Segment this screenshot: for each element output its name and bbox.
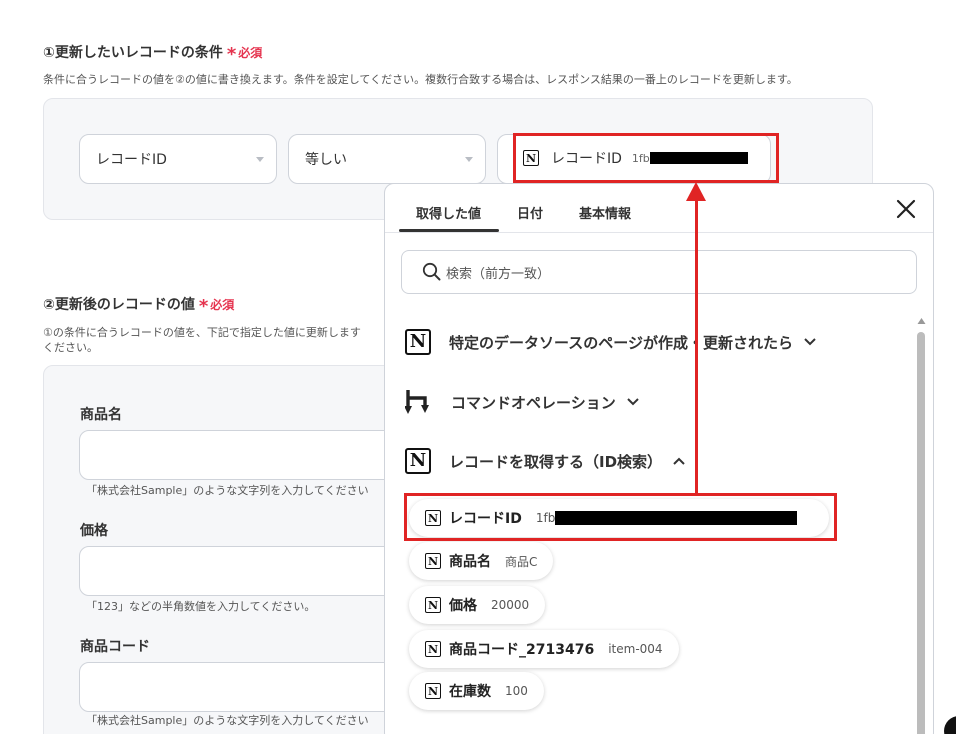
item-name: 商品コード_2713476 xyxy=(449,642,595,658)
field-hint-price: 「123」などの半角数値を入力してください。 xyxy=(86,600,316,613)
notion-icon: N xyxy=(425,683,441,699)
section1-title-text: ①更新したいレコードの条件 xyxy=(43,45,223,61)
chevron-up-icon xyxy=(673,457,685,465)
condition-field-value: レコードID xyxy=(96,152,167,168)
field-hint-product-code: 「株式会社Sample」のような文字列を入力してください xyxy=(86,714,369,727)
chevron-down-icon xyxy=(804,338,816,346)
price-input[interactable] xyxy=(79,546,409,596)
tab-obtained-values[interactable]: 取得した値 xyxy=(416,203,481,222)
required-text: 必須 xyxy=(210,298,235,312)
item-value: 20000 xyxy=(491,598,530,612)
close-icon[interactable] xyxy=(895,198,917,220)
value-picker-popup: 取得した値 日付 基本情報 検索（前方一致） N 特定のデータソースのページが作… xyxy=(384,183,934,734)
section2-title-text: ②更新後のレコードの値 xyxy=(43,297,195,313)
chevron-down-icon xyxy=(256,157,264,162)
value-item-product-code[interactable]: N 商品コード_2713476 item-004 xyxy=(409,630,679,668)
annotation-arrow-line xyxy=(695,198,698,494)
field-label-price: 価格 xyxy=(80,523,108,539)
group-trigger-datasource[interactable]: N 特定のデータソースのページが作成・更新されたら xyxy=(405,329,817,355)
search-placeholder: 検索（前方一致） xyxy=(446,266,551,282)
search-input[interactable]: 検索（前方一致） xyxy=(401,250,917,294)
scroll-up-arrow-icon[interactable] xyxy=(917,317,926,325)
section1-hint: 条件に合うレコードの値を②の値に書き換えます。条件を設定してください。複数行合致… xyxy=(43,73,798,86)
item-name: 商品名 xyxy=(449,554,491,570)
section1-title: ①更新したいレコードの条件 * 必須 xyxy=(43,42,262,65)
scrollbar-thumb[interactable] xyxy=(917,332,925,734)
condition-value-highlight xyxy=(513,133,779,183)
product-name-input[interactable] xyxy=(79,430,409,480)
notion-icon: N xyxy=(405,329,431,355)
command-operation-icon xyxy=(405,390,429,414)
field-label-product-code: 商品コード xyxy=(80,639,150,655)
notion-icon: N xyxy=(425,553,441,569)
tab-basic-info[interactable]: 基本情報 xyxy=(579,203,631,222)
group-label: レコードを取得する（ID検索） xyxy=(449,452,663,471)
item-name: 在庫数 xyxy=(449,684,491,700)
product-code-input[interactable] xyxy=(79,662,409,712)
record-id-item-highlight xyxy=(404,493,837,541)
search-icon xyxy=(422,262,441,281)
item-value: 100 xyxy=(505,684,528,698)
value-item-price[interactable]: N 価格 20000 xyxy=(409,586,546,624)
condition-field-select[interactable]: レコードID xyxy=(79,134,277,184)
group-label: 特定のデータソースのページが作成・更新されたら xyxy=(449,333,793,352)
condition-operator-select[interactable]: 等しい xyxy=(288,134,486,184)
item-value: 商品C xyxy=(505,554,538,569)
chevron-down-icon xyxy=(465,157,473,162)
notion-icon: N xyxy=(425,641,441,657)
required-badge: * 必須 xyxy=(198,296,235,317)
tab-divider xyxy=(385,232,933,233)
field-hint-product-name: 「株式会社Sample」のような文字列を入力してください xyxy=(86,484,369,497)
group-label: コマンドオペレーション xyxy=(451,393,616,412)
item-name: 価格 xyxy=(449,598,477,614)
required-text: 必須 xyxy=(238,46,263,60)
tab-date[interactable]: 日付 xyxy=(517,203,543,222)
condition-operator-value: 等しい xyxy=(305,152,347,168)
annotation-arrow-head xyxy=(686,182,706,201)
floating-help-button[interactable] xyxy=(944,716,956,734)
field-label-product-name: 商品名 xyxy=(80,407,122,423)
value-item-stock[interactable]: N 在庫数 100 xyxy=(409,672,544,710)
notion-icon: N xyxy=(405,448,431,474)
required-badge: * 必須 xyxy=(226,44,263,65)
section2-hint-line2: ください。 xyxy=(43,341,98,354)
group-command-operation[interactable]: コマンドオペレーション xyxy=(405,388,640,416)
group-get-record[interactable]: N レコードを取得する（ID検索） xyxy=(405,448,686,474)
value-item-product-name[interactable]: N 商品名 商品C xyxy=(409,542,554,580)
item-value: item-004 xyxy=(608,642,663,656)
chevron-down-icon xyxy=(626,398,639,406)
section2-title: ②更新後のレコードの値 * 必須 xyxy=(43,294,234,317)
notion-icon: N xyxy=(425,597,441,613)
section2-hint-line1: ①の条件に合うレコードの値を、下記で指定した値に更新します xyxy=(43,326,361,339)
